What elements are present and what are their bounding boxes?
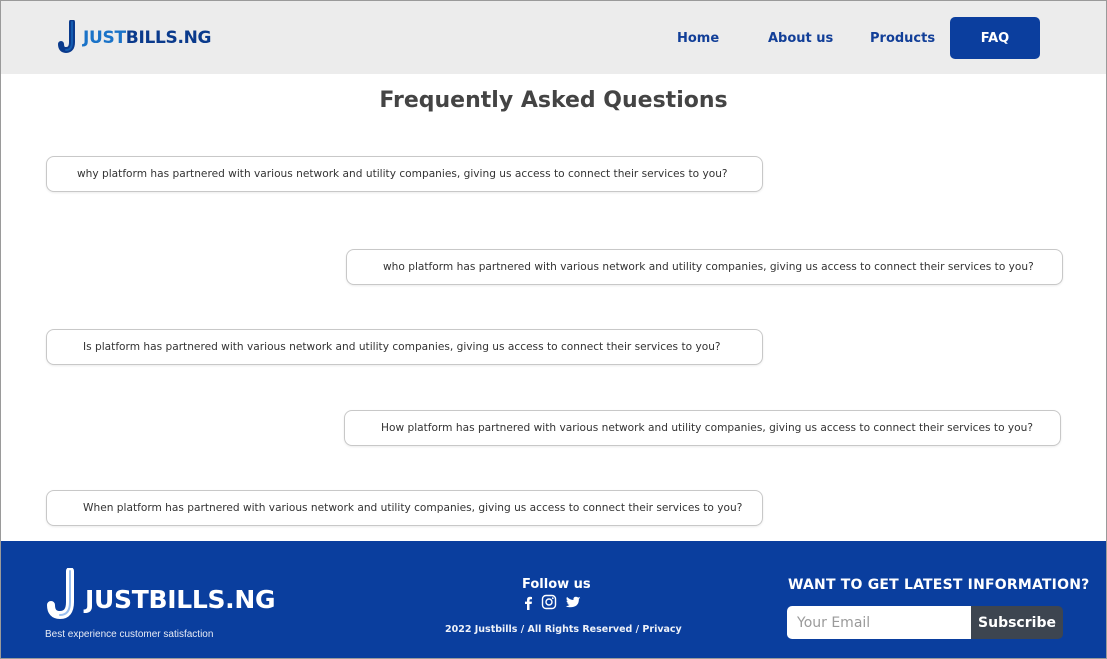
brand-name-part1: JUST bbox=[83, 28, 126, 48]
logo-j-icon bbox=[57, 20, 79, 54]
faq-question-5[interactable]: When platform has partnered with various… bbox=[46, 490, 763, 526]
newsletter-title: WANT TO GET LATEST INFORMATION? bbox=[788, 577, 1090, 593]
faq-question-3[interactable]: Is platform has partnered with various n… bbox=[46, 329, 763, 365]
nav-about-us[interactable]: About us bbox=[768, 31, 833, 46]
brand-logo[interactable]: JUSTBILLS.NG bbox=[57, 20, 212, 54]
copyright-text: 2022 Justbills / All Rights Reserved / P… bbox=[445, 624, 682, 635]
faq-question-4[interactable]: How platform has partnered with various … bbox=[344, 410, 1061, 446]
brand-name: JUSTBILLS.NG bbox=[83, 28, 212, 48]
page-frame: JUSTBILLS.NG Home About us Products FAQ … bbox=[0, 0, 1107, 659]
site-footer: JUSTBILLS.NG Best experience customer sa… bbox=[1, 541, 1106, 658]
footer-logo[interactable]: JUSTBILLS.NG bbox=[45, 567, 276, 624]
footer-logo-j-icon bbox=[45, 567, 79, 624]
twitter-icon[interactable] bbox=[565, 595, 581, 614]
follow-us-title: Follow us bbox=[522, 577, 591, 592]
nav-faq[interactable]: FAQ bbox=[950, 17, 1040, 59]
footer-tagline: Best experience customer satisfaction bbox=[45, 629, 214, 640]
footer-brand-name: JUSTBILLS.NG bbox=[85, 585, 276, 614]
newsletter-email-input[interactable] bbox=[787, 606, 971, 639]
brand-name-part2: BILLS.NG bbox=[125, 28, 212, 48]
subscribe-button[interactable]: Subscribe bbox=[971, 606, 1063, 639]
facebook-icon[interactable] bbox=[523, 595, 533, 614]
page-title: Frequently Asked Questions bbox=[379, 88, 728, 113]
faq-question-2[interactable]: who platform has partnered with various … bbox=[346, 249, 1063, 285]
faq-question-1[interactable]: why platform has partnered with various … bbox=[46, 156, 763, 192]
instagram-icon[interactable] bbox=[541, 594, 557, 614]
nav-products[interactable]: Products bbox=[870, 31, 935, 46]
site-header: JUSTBILLS.NG Home About us Products FAQ bbox=[1, 1, 1106, 74]
nav-home[interactable]: Home bbox=[677, 31, 719, 46]
social-links bbox=[523, 594, 581, 614]
